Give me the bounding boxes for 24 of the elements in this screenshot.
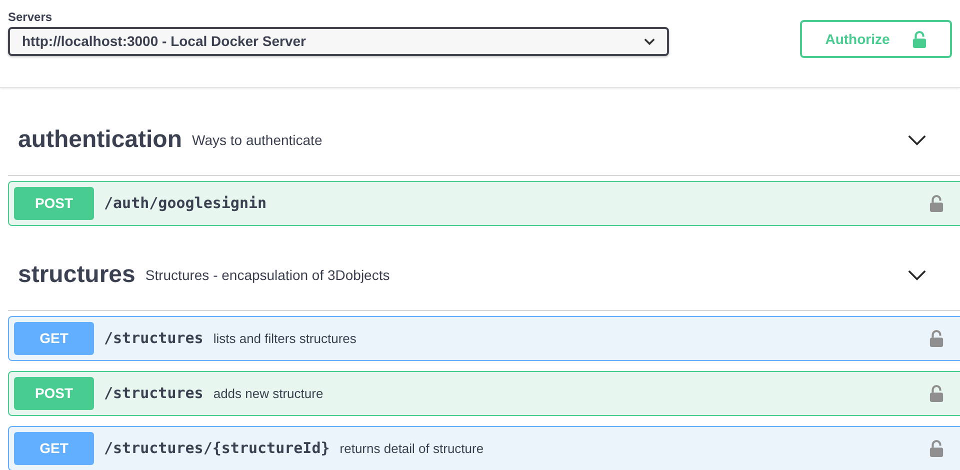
endpoint-row[interactable]: GET /structures/{structureId} returns detail of structure xyxy=(8,426,960,470)
endpoint-summary: returns detail of structure xyxy=(340,440,484,458)
endpoint-row[interactable]: POST /auth/googlesignin xyxy=(8,181,960,226)
endpoint-row[interactable]: GET /structures lists and filters structures xyxy=(8,316,960,361)
endpoint-path: /structures xyxy=(104,383,204,404)
chevron-down-icon[interactable] xyxy=(908,134,926,146)
method-badge: POST xyxy=(14,377,94,410)
endpoint-row[interactable]: POST /structures adds new structure xyxy=(8,371,960,416)
section-description: Structures - encapsulation of 3Dobjects xyxy=(145,266,390,285)
section-description: Ways to authenticate xyxy=(192,130,322,150)
servers-label: Servers xyxy=(8,10,54,24)
endpoint-path: /auth/googlesignin xyxy=(104,193,267,214)
method-badge: POST xyxy=(14,187,94,220)
section-title: authentication xyxy=(18,125,182,155)
method-badge: GET xyxy=(14,432,94,465)
endpoint-summary: adds new structure xyxy=(213,384,324,403)
section-title: structures xyxy=(18,260,136,290)
endpoint-path: /structures/{structureId} xyxy=(104,438,330,460)
endpoint-summary: lists and filters structures xyxy=(213,330,356,348)
endpoint-path: /structures xyxy=(104,328,204,350)
server-select[interactable]: http://localhost:3000 - Local Docker Server xyxy=(8,27,669,56)
chevron-down-icon xyxy=(644,38,655,46)
chevron-down-icon[interactable] xyxy=(908,270,926,280)
method-badge: GET xyxy=(14,322,94,355)
